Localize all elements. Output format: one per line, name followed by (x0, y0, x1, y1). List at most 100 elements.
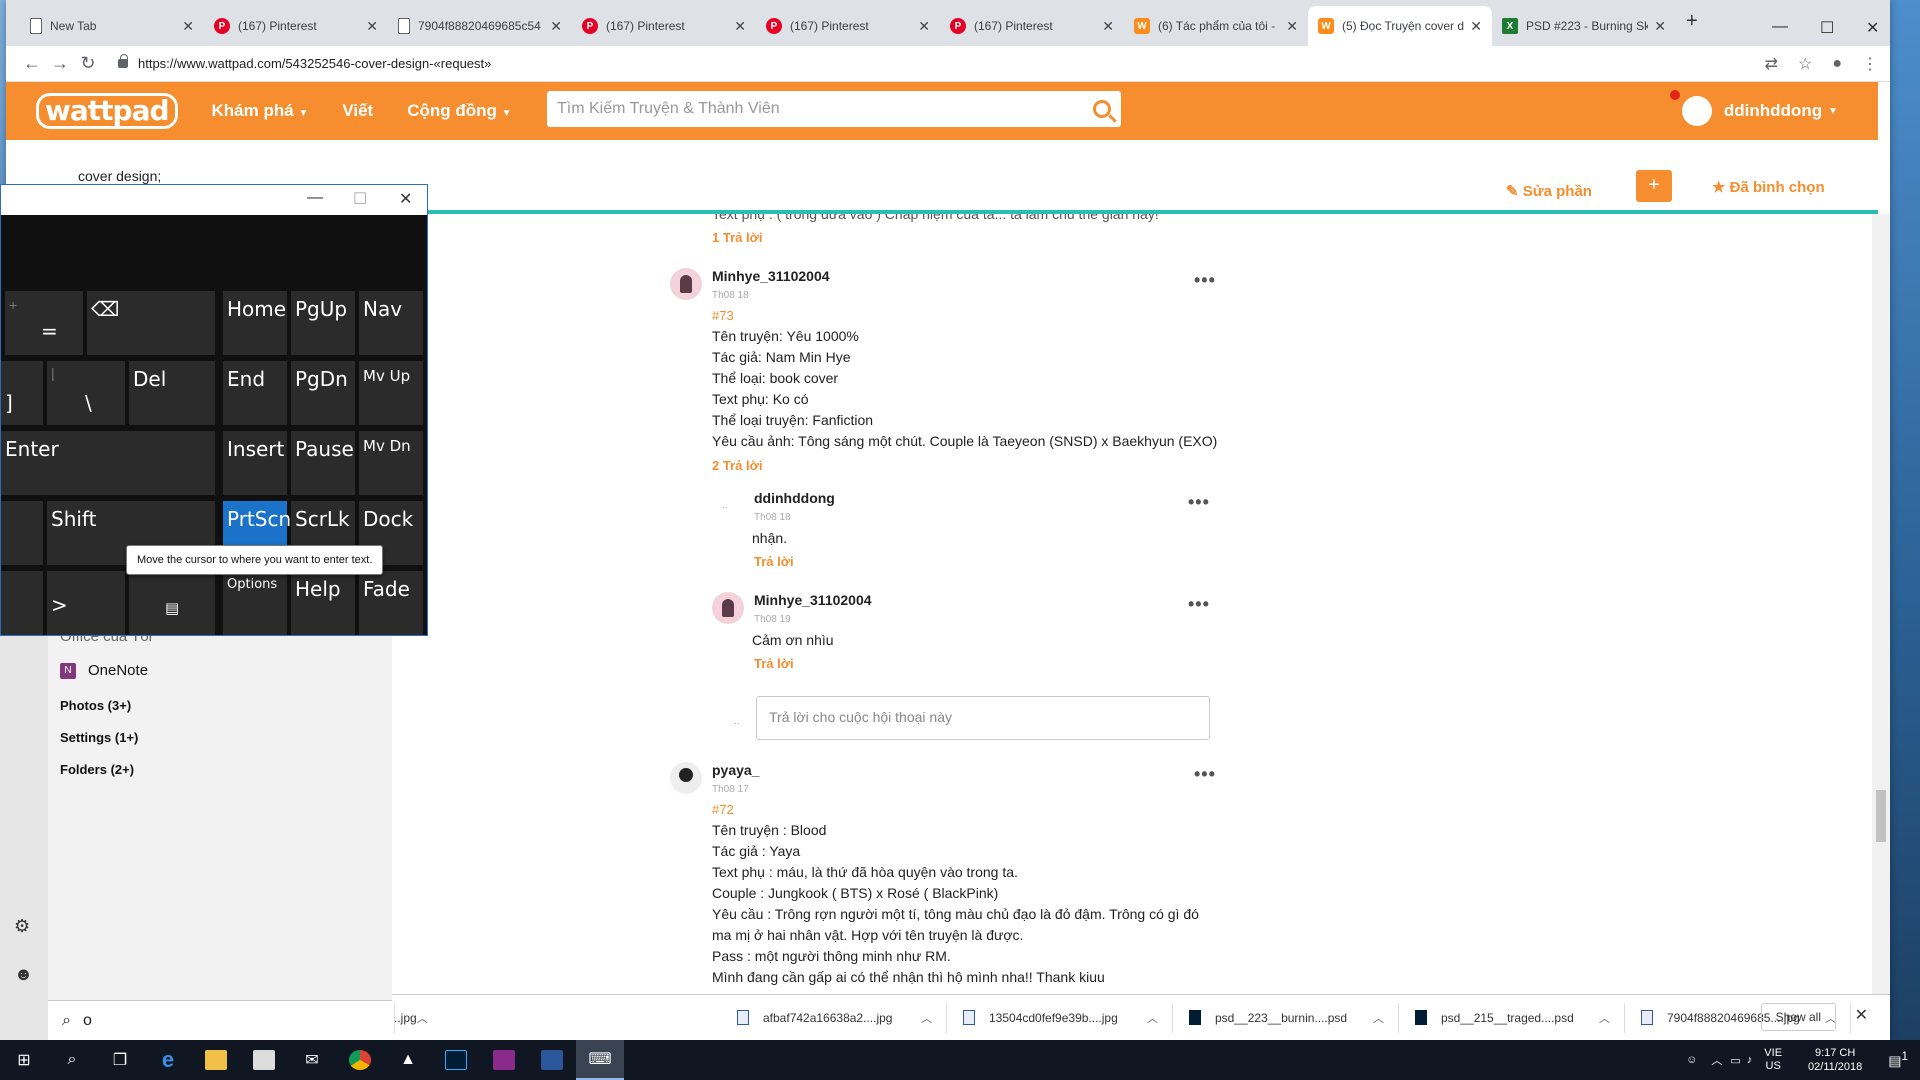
edit-part-button[interactable]: ✎ Sửa phần (1506, 182, 1592, 200)
avatar[interactable] (670, 762, 702, 794)
tab-pinterest[interactable]: P (167) Pinterest ✕ (572, 6, 756, 46)
close-tab-icon[interactable]: ✕ (1286, 18, 1298, 35)
task-view-icon[interactable]: ❐ (96, 1040, 144, 1080)
avatar[interactable] (670, 268, 702, 300)
result-group-folders[interactable]: Folders (2+) (60, 762, 134, 777)
key-blank[interactable] (1, 571, 43, 635)
word-icon[interactable] (528, 1040, 576, 1080)
menu-write[interactable]: Viết (342, 101, 373, 121)
close-download-bar-icon[interactable]: ✕ (1855, 1005, 1868, 1025)
close-tab-icon[interactable]: ✕ (366, 18, 378, 35)
windows-start-icon[interactable]: ⊞ (0, 1040, 48, 1080)
store-icon[interactable] (240, 1040, 288, 1080)
comment-author[interactable]: pyaya_ (712, 762, 759, 778)
reply-author[interactable]: Minhye_31102004 (754, 592, 872, 608)
more-options-icon[interactable]: ••• (1188, 594, 1210, 615)
maximize-button[interactable]: ☐ (353, 189, 367, 209)
start-search-input[interactable]: ⌕ o (48, 1000, 392, 1040)
key-backspace[interactable]: ⌫ (87, 291, 215, 355)
reply-input[interactable]: Trả lời cho cuộc hội thoại này (756, 696, 1210, 740)
address-bar[interactable]: https://www.wattpad.com/543252546-cover-… (118, 54, 1745, 71)
key-pause[interactable]: Pause (291, 431, 355, 495)
chevron-up-icon[interactable]: ︿ (1147, 1010, 1158, 1026)
close-tab-icon[interactable]: ✕ (1470, 18, 1482, 35)
minimize-button[interactable]: — (1772, 18, 1788, 36)
download-item[interactable]: afbaf742a16638a2....jpg ︿ (721, 1002, 947, 1033)
chevron-up-icon[interactable]: ︿ (1599, 1010, 1610, 1026)
network-icon[interactable]: ▭ (1730, 1054, 1740, 1067)
more-options-icon[interactable]: ••• (1188, 492, 1210, 513)
download-item[interactable]: psd__215__traged....psd ︿ (1399, 1002, 1625, 1033)
search-icon[interactable]: ⌕ (48, 1040, 96, 1080)
close-tab-icon[interactable]: ✕ (734, 18, 746, 35)
bookmark-star-icon[interactable]: ☆ (1798, 54, 1812, 74)
download-item[interactable]: 13504cd0fef9e39b....jpg ︿ (947, 1002, 1173, 1033)
key-pgdn[interactable]: PgDn (291, 361, 355, 425)
key-arrow[interactable]: > (47, 571, 125, 635)
mail-icon[interactable]: ✉ (288, 1040, 336, 1080)
more-options-icon[interactable]: ••• (1194, 764, 1216, 785)
page-scrollbar[interactable] (1872, 214, 1890, 994)
result-group-settings[interactable]: Settings (1+) (60, 730, 138, 745)
close-window-button[interactable]: ✕ (1866, 18, 1879, 38)
file-explorer-icon[interactable] (192, 1040, 240, 1080)
photos-icon[interactable]: ▲ (384, 1040, 432, 1080)
key-home[interactable]: Home (223, 291, 287, 355)
reply-count-link[interactable]: 1 Trả lời (712, 230, 762, 245)
maximize-button[interactable]: ☐ (1820, 18, 1834, 38)
tab-image[interactable]: 7904f88820469685c54 ✕ (388, 6, 572, 46)
close-tab-icon[interactable]: ✕ (1102, 18, 1114, 35)
chevron-up-icon[interactable]: ︿ (1373, 1010, 1384, 1026)
settings-gear-icon[interactable]: ⚙ (14, 916, 30, 937)
close-tab-icon[interactable]: ✕ (918, 18, 930, 35)
wattpad-logo[interactable]: wattpad (36, 93, 178, 129)
key-menu[interactable]: ▤ (129, 571, 215, 635)
key-enter[interactable]: Enter (1, 431, 215, 495)
reload-icon[interactable]: ↻ (74, 53, 102, 74)
key-insert[interactable]: Insert (223, 431, 287, 495)
tab-pinterest[interactable]: P (167) Pinterest ✕ (940, 6, 1124, 46)
winrar-icon[interactable] (480, 1040, 528, 1080)
user-menu[interactable]: ddinhddong ▼ (1669, 90, 1838, 126)
avatar[interactable]: .. (722, 500, 728, 511)
key-end[interactable]: End (223, 361, 287, 425)
key-mvup[interactable]: Mv Up (359, 361, 423, 425)
chevron-up-icon[interactable]: ︿ (1711, 1052, 1722, 1068)
profile-icon[interactable]: ● (1832, 55, 1842, 73)
story-title[interactable]: cover design; (78, 168, 161, 184)
close-tab-icon[interactable]: ✕ (1654, 18, 1666, 35)
key-right-bracket[interactable]: ] (1, 361, 43, 425)
key-fade[interactable]: Fade (359, 571, 423, 635)
tab-new-tab[interactable]: New Tab ✕ (20, 6, 204, 46)
search-icon[interactable] (1093, 100, 1111, 118)
tab-psd[interactable]: X PSD #223 - Burning Sk ✕ (1492, 6, 1676, 46)
menu-dots-icon[interactable]: ⋮ (1862, 54, 1878, 74)
translate-icon[interactable]: ⇄ (1765, 54, 1778, 74)
search-result-onenote[interactable]: N OneNote (60, 662, 148, 679)
show-all-downloads-button[interactable]: Show all (1760, 1003, 1836, 1031)
key-help[interactable]: Help (291, 571, 355, 635)
tab-wattpad-read[interactable]: W (5) Đọc Truyện cover d ✕ (1308, 6, 1492, 46)
reply-link[interactable]: Trả lời (754, 554, 794, 569)
key-mvdn[interactable]: Mv Dn (359, 431, 423, 495)
reply-link[interactable]: Trả lời (754, 656, 794, 671)
chrome-icon[interactable] (336, 1040, 384, 1080)
reply-count-link[interactable]: 2 Trả lời (712, 458, 762, 473)
back-icon[interactable]: ← (18, 53, 46, 74)
user-icon[interactable]: ☻ (14, 964, 33, 985)
chevron-up-icon[interactable]: ︿ (417, 1010, 428, 1026)
key-pgup[interactable]: PgUp (291, 291, 355, 355)
menu-community[interactable]: Cộng đồng ▼ (407, 101, 511, 121)
more-options-icon[interactable]: ••• (1194, 270, 1216, 291)
tab-wattpad-works[interactable]: W (6) Tác phẩm của tôi - ✕ (1124, 6, 1308, 46)
search-input[interactable]: Tìm Kiếm Truyện & Thành Viên (547, 91, 1121, 127)
close-tab-icon[interactable]: ✕ (182, 18, 194, 35)
minimize-button[interactable]: — (307, 189, 323, 207)
tab-pinterest[interactable]: P (167) Pinterest ✕ (756, 6, 940, 46)
download-item[interactable]: psd__223__burnin....psd ︿ (1173, 1002, 1399, 1033)
action-center-icon[interactable]: ▤1 (1888, 1050, 1908, 1070)
people-icon[interactable]: ☺ (1686, 1054, 1697, 1066)
close-button[interactable]: ✕ (399, 189, 412, 209)
voted-button[interactable]: ★ Đã bình chọn (1712, 178, 1825, 196)
reply-author[interactable]: ddinhddong (754, 490, 835, 506)
